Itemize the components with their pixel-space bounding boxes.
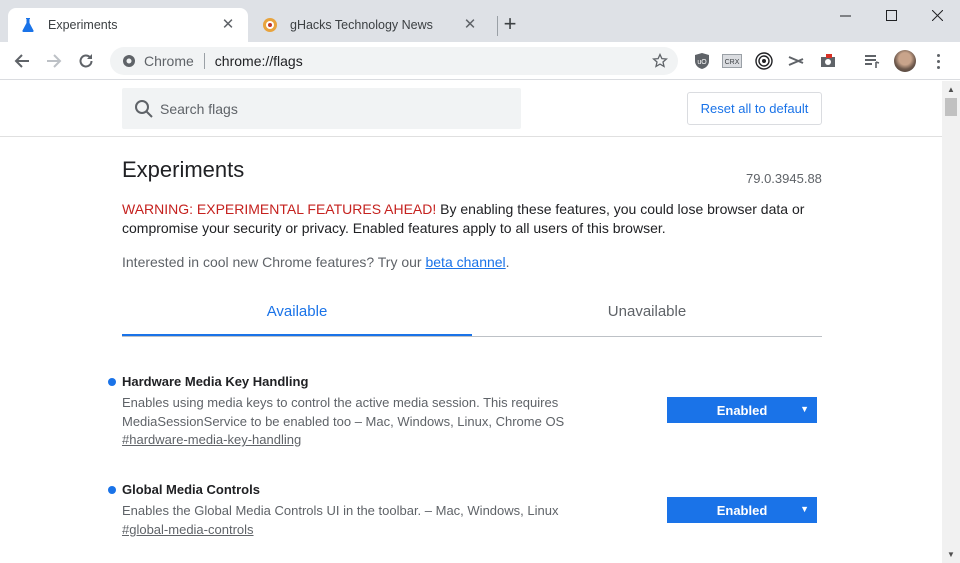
tab-unavailable[interactable]: Unavailable (472, 296, 822, 336)
maximize-icon (885, 9, 897, 21)
omnibox-divider (203, 53, 205, 69)
scissors-icon[interactable] (786, 51, 806, 71)
scroll-down-arrow-icon[interactable]: ▼ (942, 546, 960, 563)
beta-channel-link[interactable]: beta channel (425, 254, 505, 270)
warning-label: WARNING: EXPERIMENTAL FEATURES AHEAD! (122, 201, 437, 217)
flag-description: Enables using media keys to control the … (122, 395, 565, 429)
profile-avatar[interactable] (894, 50, 916, 72)
reset-all-button[interactable]: Reset all to default (687, 92, 822, 125)
ghacks-icon (263, 18, 277, 32)
svg-text:uO: uO (697, 59, 707, 66)
close-tab-icon[interactable]: ✕ (462, 17, 478, 33)
tab-strip: Experiments ✕ gHacks Technology News ✕ + (0, 0, 960, 42)
browser-window: Experiments ✕ gHacks Technology News ✕ + (0, 0, 960, 563)
search-box[interactable] (122, 88, 521, 129)
flags-tabs: Available Unavailable (122, 296, 822, 337)
chrome-menu-icon[interactable] (928, 51, 948, 71)
search-flags-input[interactable] (160, 100, 500, 117)
bookmark-star-icon[interactable] (652, 53, 668, 69)
version-number: 79.0.3945.88 (746, 171, 822, 186)
camera-icon[interactable] (818, 51, 838, 71)
maximize-button[interactable] (868, 0, 914, 30)
scrollbar-thumb[interactable] (945, 98, 957, 116)
flag-anchor-link[interactable]: #hardware-media-key-handling (122, 432, 301, 447)
fingerprint-icon[interactable] (754, 51, 774, 71)
modified-indicator-dot (108, 486, 116, 494)
minimize-button[interactable] (822, 0, 868, 30)
close-tab-icon[interactable]: ✕ (220, 17, 236, 33)
tab-title: Experiments (48, 18, 118, 32)
page-scrollbar[interactable]: ▲ ▼ (942, 81, 960, 563)
new-tab-button[interactable]: + (499, 13, 521, 36)
modified-indicator-dot (108, 378, 116, 386)
reload-button[interactable] (72, 47, 100, 75)
media-queue-icon[interactable] (862, 51, 882, 71)
search-icon (135, 99, 153, 118)
flags-page: Reset all to default Experiments 79.0.39… (0, 81, 942, 563)
toolbar: Chrome chrome://flags uO CRX (0, 42, 960, 80)
url-text[interactable]: chrome://flags (215, 53, 652, 69)
svg-text:CRX: CRX (725, 59, 740, 66)
back-arrow-icon (14, 54, 29, 68)
flag-state-select[interactable]: Enabled ▼ (667, 497, 817, 523)
tab-separator (497, 16, 498, 36)
chevron-down-icon: ▼ (800, 504, 809, 514)
back-button[interactable] (8, 47, 36, 75)
close-window-button[interactable] (914, 0, 960, 30)
site-chip: Chrome (144, 53, 194, 69)
flag-name: Global Media Controls (122, 482, 260, 497)
chevron-down-icon: ▼ (800, 404, 809, 414)
flag-anchor-link[interactable]: #global-media-controls (122, 522, 254, 537)
scroll-up-arrow-icon[interactable]: ▲ (942, 81, 960, 98)
flag-entry: Hardware Media Key Handling Enables usin… (108, 374, 828, 454)
warning-message: WARNING: EXPERIMENTAL FEATURES AHEAD! By… (122, 200, 822, 238)
flag-entry: Global Media Controls Enables the Global… (108, 482, 828, 542)
flag-state-value: Enabled (716, 402, 768, 418)
tab-ghacks[interactable]: gHacks Technology News ✕ (250, 8, 490, 42)
page-title: Experiments (122, 157, 245, 182)
tab-available[interactable]: Available (122, 296, 472, 336)
close-icon (931, 9, 943, 21)
crx-icon[interactable]: CRX (722, 51, 742, 71)
beta-promo: Interested in cool new Chrome features? … (122, 254, 510, 270)
beta-promo-text: Interested in cool new Chrome features? … (122, 254, 426, 270)
beta-promo-end: . (505, 254, 510, 270)
omnibox[interactable]: Chrome chrome://flags (110, 47, 678, 75)
tab-experiments[interactable]: Experiments ✕ (8, 8, 248, 42)
flags-header: Reset all to default (0, 81, 942, 137)
tab-title: gHacks Technology News (290, 18, 433, 32)
flag-description: Enables the Global Media Controls UI in … (122, 503, 559, 518)
ublock-icon[interactable]: uO (692, 51, 712, 71)
flag-name: Hardware Media Key Handling (122, 374, 309, 389)
flag-state-value: Enabled (716, 502, 768, 518)
minimize-icon (839, 15, 851, 16)
forward-arrow-icon (47, 54, 62, 68)
reload-icon (79, 54, 93, 68)
forward-button[interactable] (40, 47, 68, 75)
flag-state-select[interactable]: Enabled ▼ (667, 397, 817, 423)
flask-icon (22, 18, 34, 32)
chrome-page-icon (123, 55, 135, 67)
